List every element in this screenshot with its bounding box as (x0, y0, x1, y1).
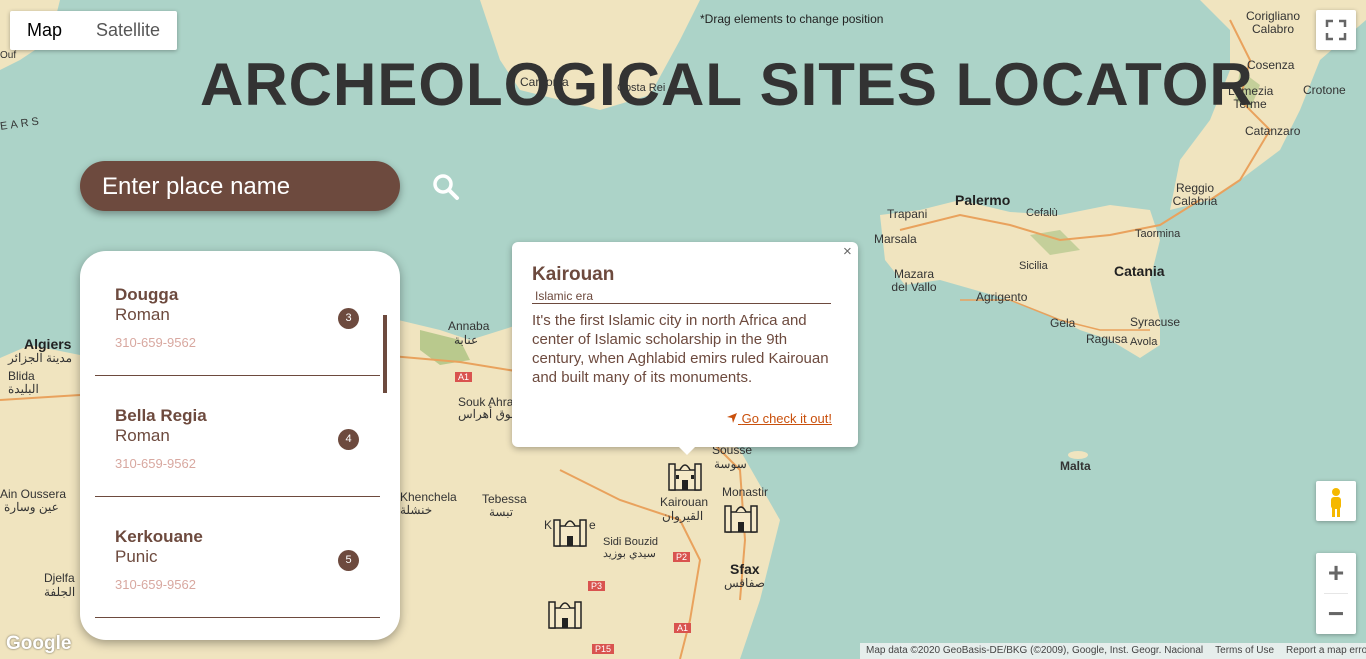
zoom-in-button[interactable]: + (1316, 553, 1356, 593)
map-label-cefalu: Cefalù (1026, 207, 1058, 219)
road-shield-p15: P15 (592, 644, 615, 654)
map-label-ragusa: Ragusa (1086, 332, 1128, 346)
google-logo: Google (6, 633, 72, 654)
map-label-algiers-ar: مدينة الجزائر (8, 351, 73, 365)
map-label-djelfa: Djelfa (44, 571, 75, 585)
map-label-malta: Malta (1060, 459, 1091, 473)
site-number-badge: 3 (338, 308, 359, 329)
site-number-badge: 5 (338, 550, 359, 571)
site-name: Dougga (115, 285, 179, 304)
fullscreen-icon (1325, 19, 1347, 41)
search-input[interactable] (100, 169, 354, 205)
map-label-marsala: Marsala (874, 232, 917, 246)
map-label-sousse-ar: سوسة (714, 457, 747, 471)
road-shield-p3: P3 (588, 581, 606, 591)
map-label-reggio: Reggio Calabria (1172, 181, 1218, 208)
site-marker-kairouan-icon[interactable] (668, 458, 702, 492)
zoom-control: + − (1316, 553, 1356, 634)
street-view-button[interactable] (1316, 481, 1356, 521)
map-label-gela: Gela (1050, 316, 1076, 330)
close-icon[interactable]: × (843, 243, 852, 260)
map-label-agrigento: Agrigento (976, 290, 1028, 304)
map-label-algiers: Algiers (24, 336, 72, 352)
report-map-error-link[interactable]: Report a map error (1286, 643, 1366, 659)
map-label-sfax-ar: صفاقس (724, 576, 765, 590)
map-label-tebessa: Tebessa (482, 492, 527, 506)
map-type-map-button[interactable]: Map (10, 11, 79, 50)
map-label-ouf: Ouf (0, 50, 17, 61)
zoom-out-button[interactable]: − (1316, 594, 1356, 634)
map-label-blida-ar: البليدة (8, 382, 39, 396)
terms-of-use-link[interactable]: Terms of Use (1215, 643, 1274, 659)
site-number-badge: 4 (338, 429, 359, 450)
map-label-khenchela: Khenchela (400, 490, 457, 504)
site-phone: 310-659-9562 (115, 456, 196, 471)
search-bar[interactable] (80, 161, 459, 211)
map-label-catanzaro: Catanzaro (1245, 124, 1301, 138)
site-name: Bella Regia (115, 406, 207, 425)
map-label-kasserine-k: K (544, 518, 553, 532)
map-label-catania: Catania (1114, 263, 1165, 279)
map-attribution: Map data ©2020 GeoBasis-DE/BKG (©2009), … (860, 643, 1366, 659)
road-shield-a1-south: A1 (674, 623, 692, 633)
map-label-blida: Blida (8, 369, 35, 383)
page-title[interactable]: ARCHEOLOGICAL SITES LOCATOR (200, 50, 1254, 119)
map-label-taormina: Taormina (1135, 228, 1181, 240)
drag-hint: *Drag elements to change position (700, 12, 884, 26)
map-type-satellite-button[interactable]: Satellite (79, 11, 177, 50)
info-window-description: It's the first Islamic city in north Afr… (532, 312, 829, 386)
map-label-annaba: Annaba (448, 319, 490, 333)
map-label-crotone: Crotone (1303, 83, 1346, 97)
road-shield-p2: P2 (673, 552, 691, 562)
site-marker-south-icon[interactable] (548, 596, 582, 630)
info-window-era: Islamic era (532, 289, 831, 304)
map-label-khenchela-ar: خنشلة (400, 503, 433, 517)
map-label-djelfa-ar: الجلفة (44, 585, 76, 599)
map-label-corigliano: Corigliano Calabro (1245, 9, 1301, 36)
map-label-kasserine-e: e (589, 518, 596, 532)
pegman-icon (1331, 488, 1341, 517)
list-item[interactable]: Kerkouane Punic 310-659-9562 5 (95, 497, 380, 618)
map-label-kairouan-ar: القيروان (662, 509, 704, 523)
map-label-annaba-ar: عنابة (454, 333, 479, 347)
site-era: Roman (115, 305, 170, 324)
map-label-sicilia: Sicilia (1019, 260, 1048, 272)
site-marker-kasserine-icon[interactable] (553, 514, 587, 548)
info-window-tail (677, 445, 697, 455)
site-era: Punic (115, 547, 158, 566)
site-name: Kerkouane (115, 527, 203, 546)
site-phone: 310-659-9562 (115, 335, 196, 350)
list-item[interactable]: Bella Regia Roman 310-659-9562 4 (95, 376, 380, 497)
map-label-ain-oussera: Ain Oussera (0, 487, 67, 501)
sites-list[interactable]: Dougga Roman 310-659-9562 3 Bella Regia … (80, 251, 400, 640)
site-era: Roman (115, 426, 170, 445)
site-phone: 310-659-9562 (115, 577, 196, 592)
go-check-it-out-label: Go check it out! (741, 411, 832, 426)
map-label-trapani: Trapani (887, 207, 928, 221)
map-label-mazara: Mazara del Vallo (891, 267, 937, 294)
map-label-kairouan: Kairouan (660, 495, 709, 509)
info-window-title: Kairouan (532, 264, 615, 285)
info-window: × Kairouan Islamic era It's the first Is… (512, 242, 858, 455)
map-label-ain-oussera-ar: عين وسارة (4, 500, 59, 514)
go-check-it-out-link[interactable]: Go check it out! (726, 411, 832, 426)
map-label-syracuse: Syracuse (1130, 315, 1181, 329)
list-scrollbar[interactable] (383, 315, 387, 393)
map-label-sidi-bouzid-ar: سيدي بوزيد (603, 548, 656, 560)
map-label-tebessa-ar: تبسة (489, 505, 514, 519)
map-label-palermo: Palermo (955, 192, 1011, 208)
location-arrow-icon (727, 413, 737, 423)
list-item[interactable]: Dougga Roman 310-659-9562 3 (95, 255, 380, 376)
road-shield-a1: A1 (455, 372, 473, 382)
site-marker-monastir-icon[interactable] (724, 500, 758, 534)
map-label-monastir: Monastir (722, 485, 769, 499)
map-type-control: Map Satellite (10, 11, 178, 50)
map-label-avola: Avola (1130, 336, 1158, 348)
map-label-sfax: Sfax (730, 561, 760, 577)
fullscreen-button[interactable] (1316, 10, 1356, 50)
search-icon[interactable] (432, 173, 460, 201)
map-data-credit: Map data ©2020 GeoBasis-DE/BKG (©2009), … (866, 645, 1204, 656)
map-label-cosenza: Cosenza (1247, 58, 1295, 72)
